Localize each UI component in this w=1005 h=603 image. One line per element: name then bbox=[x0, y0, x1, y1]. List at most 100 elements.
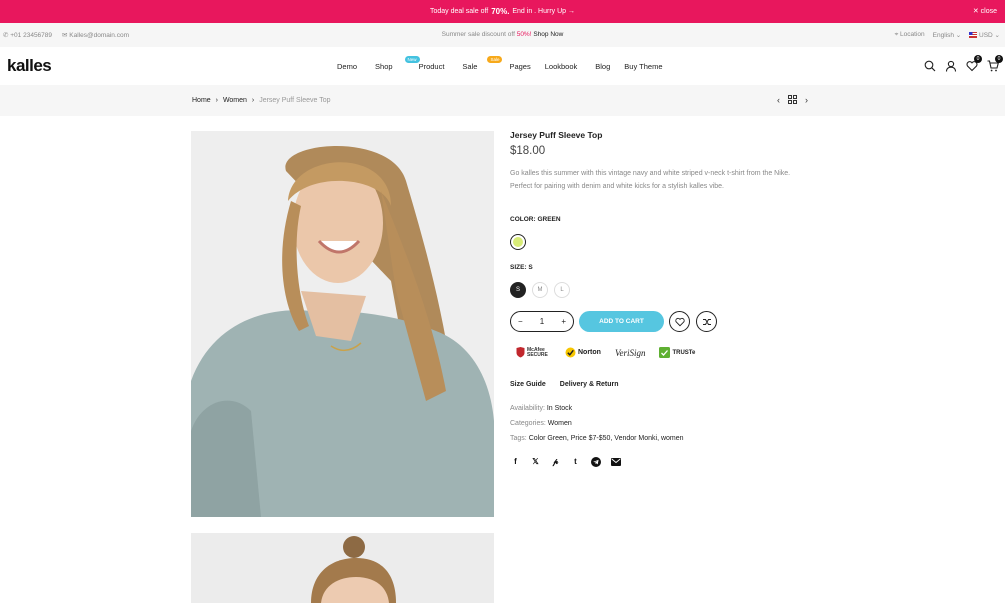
color-swatch-green[interactable] bbox=[510, 234, 526, 250]
availability-value: In Stock bbox=[546, 405, 573, 412]
availability-label: Availability: bbox=[510, 405, 545, 412]
size-options: S M L bbox=[510, 282, 570, 298]
shop-now-link[interactable]: Shop Now bbox=[533, 31, 563, 38]
search-icon[interactable] bbox=[924, 59, 936, 72]
truste-icon bbox=[659, 347, 671, 358]
location-label: Location bbox=[900, 31, 925, 38]
size-option-m[interactable]: M bbox=[532, 282, 548, 298]
color-label: COLOR: GREEN bbox=[510, 216, 561, 223]
wishlist-count: 0 bbox=[974, 55, 982, 63]
language-select[interactable]: English ⌄ bbox=[933, 31, 962, 39]
compare-button[interactable] bbox=[696, 311, 717, 332]
size-guide-link[interactable]: Size Guide bbox=[510, 381, 546, 388]
norton-badge: Norton bbox=[565, 347, 601, 358]
us-flag-icon bbox=[969, 32, 978, 39]
cart-count: 0 bbox=[995, 55, 1003, 63]
size-option-l[interactable]: L bbox=[554, 282, 570, 298]
breadcrumb-separator: › bbox=[215, 97, 218, 104]
next-product-icon[interactable]: › bbox=[805, 95, 808, 106]
nav-item-blog[interactable]: Blog bbox=[595, 62, 610, 71]
nav-item-demo[interactable]: Demo bbox=[337, 62, 357, 71]
email-share-icon[interactable] bbox=[610, 456, 621, 467]
trust-badges: McAfee SECURE Norton VeriSign TRUSTe bbox=[516, 347, 695, 358]
facebook-icon[interactable]: f bbox=[510, 456, 521, 467]
norton-label: Norton bbox=[578, 349, 601, 356]
tag-links[interactable]: Color Green, Price $7-$50, Vendor Monki,… bbox=[529, 435, 684, 442]
decrease-quantity-button[interactable]: − bbox=[518, 317, 523, 326]
mcafee-label: McAfee SECURE bbox=[527, 346, 548, 358]
main-nav: Demo Shop New Product Sale Sale Pages Look… bbox=[337, 56, 663, 71]
promo-text-after[interactable]: End in . Hurry Up → bbox=[512, 8, 575, 15]
nav-label: Sale bbox=[462, 62, 478, 71]
nav-item-product[interactable]: Product bbox=[419, 62, 445, 71]
product-price: $18.00 bbox=[510, 145, 546, 157]
nav-label: Product bbox=[418, 62, 445, 71]
pinterest-icon[interactable]: 𝓅 bbox=[550, 456, 561, 467]
verisign-label: VeriSign bbox=[614, 347, 646, 358]
sale-text: Summer sale discount off bbox=[441, 31, 515, 38]
breadcrumb-bar: Home › Women › Jersey Puff Sleeve Top ‹ … bbox=[0, 85, 1005, 116]
category-link[interactable]: Women bbox=[548, 420, 572, 427]
product-image-secondary[interactable] bbox=[191, 533, 494, 603]
nav-item-pages[interactable]: Pages bbox=[509, 62, 530, 71]
product-links: Size Guide Delivery & Return bbox=[510, 381, 619, 388]
nav-item-sale[interactable]: Sale Sale bbox=[462, 56, 503, 71]
tags-label: Tags: bbox=[510, 435, 527, 442]
verisign-badge: VeriSign bbox=[615, 348, 646, 358]
add-to-cart-button[interactable]: ADD TO CART bbox=[579, 311, 664, 332]
size-label: SIZE: S bbox=[510, 264, 533, 271]
nav-item-shop[interactable]: Shop New bbox=[375, 56, 420, 71]
wishlist-icon[interactable]: 0 bbox=[966, 55, 982, 72]
promo-text: Today deal sale off bbox=[429, 8, 489, 15]
breadcrumb: Home › Women › Jersey Puff Sleeve Top bbox=[192, 97, 331, 104]
mcafee-badge: McAfee SECURE bbox=[516, 347, 551, 358]
nav-label: Blog bbox=[595, 62, 611, 71]
location-pin-icon: ⌖ bbox=[894, 31, 899, 38]
mcafee-shield-icon bbox=[516, 347, 525, 358]
size-option-s[interactable]: S bbox=[510, 282, 526, 298]
account-icon[interactable] bbox=[945, 59, 957, 72]
nav-label: Lookbook bbox=[544, 62, 578, 71]
nav-item-lookbook[interactable]: Lookbook bbox=[545, 62, 578, 71]
promo-close-button[interactable]: ✕ close bbox=[973, 7, 997, 15]
nav-label: Pages bbox=[509, 62, 531, 71]
top-bar: ✆ +01 23456789 ✉ Kalles@domain.com Summe… bbox=[0, 23, 1005, 47]
nav-label: Buy Theme bbox=[624, 62, 663, 71]
x-twitter-icon[interactable]: 𝕏 bbox=[530, 456, 541, 467]
nav-label: Shop bbox=[375, 62, 393, 71]
delivery-return-link[interactable]: Delivery & Return bbox=[560, 381, 619, 388]
product-pager: ‹ › bbox=[777, 95, 808, 106]
norton-check-icon bbox=[565, 347, 576, 358]
truste-badge: TRUSTe bbox=[659, 347, 695, 358]
prev-product-icon[interactable]: ‹ bbox=[777, 95, 780, 106]
categories-label: Categories: bbox=[510, 420, 546, 427]
site-logo[interactable]: kalles bbox=[7, 56, 52, 76]
promo-percent: 70%. bbox=[491, 7, 510, 16]
topbar-sale-message: Summer sale discount off 50%! Shop Now bbox=[0, 31, 1005, 38]
product-description: Go kalles this summer with this vintage … bbox=[510, 170, 791, 190]
sale-badge: Sale bbox=[487, 56, 503, 63]
location-link[interactable]: ⌖ Location bbox=[895, 31, 925, 39]
availability-row: Availability: In Stock bbox=[510, 405, 572, 412]
truste-label: TRUSTe bbox=[672, 349, 696, 356]
sale-percent: 50%! bbox=[516, 31, 532, 38]
breadcrumb-women[interactable]: Women bbox=[223, 97, 247, 104]
tumblr-icon[interactable]: t bbox=[570, 456, 581, 467]
product-image-main[interactable] bbox=[191, 131, 494, 517]
quantity-value[interactable]: 1 bbox=[540, 317, 544, 326]
quantity-stepper: − 1 + bbox=[510, 311, 574, 332]
nav-item-buy-theme[interactable]: Buy Theme bbox=[624, 62, 662, 71]
breadcrumb-home[interactable]: Home bbox=[192, 97, 211, 104]
currency-select[interactable]: USD ⌄ bbox=[969, 31, 1000, 39]
increase-quantity-button[interactable]: + bbox=[561, 317, 566, 326]
categories-row: Categories: Women bbox=[510, 420, 572, 427]
currency-label: USD ⌄ bbox=[979, 32, 1000, 39]
breadcrumb-current: Jersey Puff Sleeve Top bbox=[259, 97, 331, 104]
product-title: Jersey Puff Sleeve Top bbox=[510, 130, 603, 140]
telegram-icon[interactable] bbox=[590, 456, 601, 467]
grid-icon[interactable] bbox=[788, 95, 797, 106]
breadcrumb-separator: › bbox=[251, 97, 255, 104]
cart-icon[interactable]: 0 bbox=[987, 55, 1003, 72]
share-icons: f 𝕏 𝓅 t bbox=[510, 456, 621, 467]
add-to-wishlist-button[interactable] bbox=[669, 311, 690, 332]
